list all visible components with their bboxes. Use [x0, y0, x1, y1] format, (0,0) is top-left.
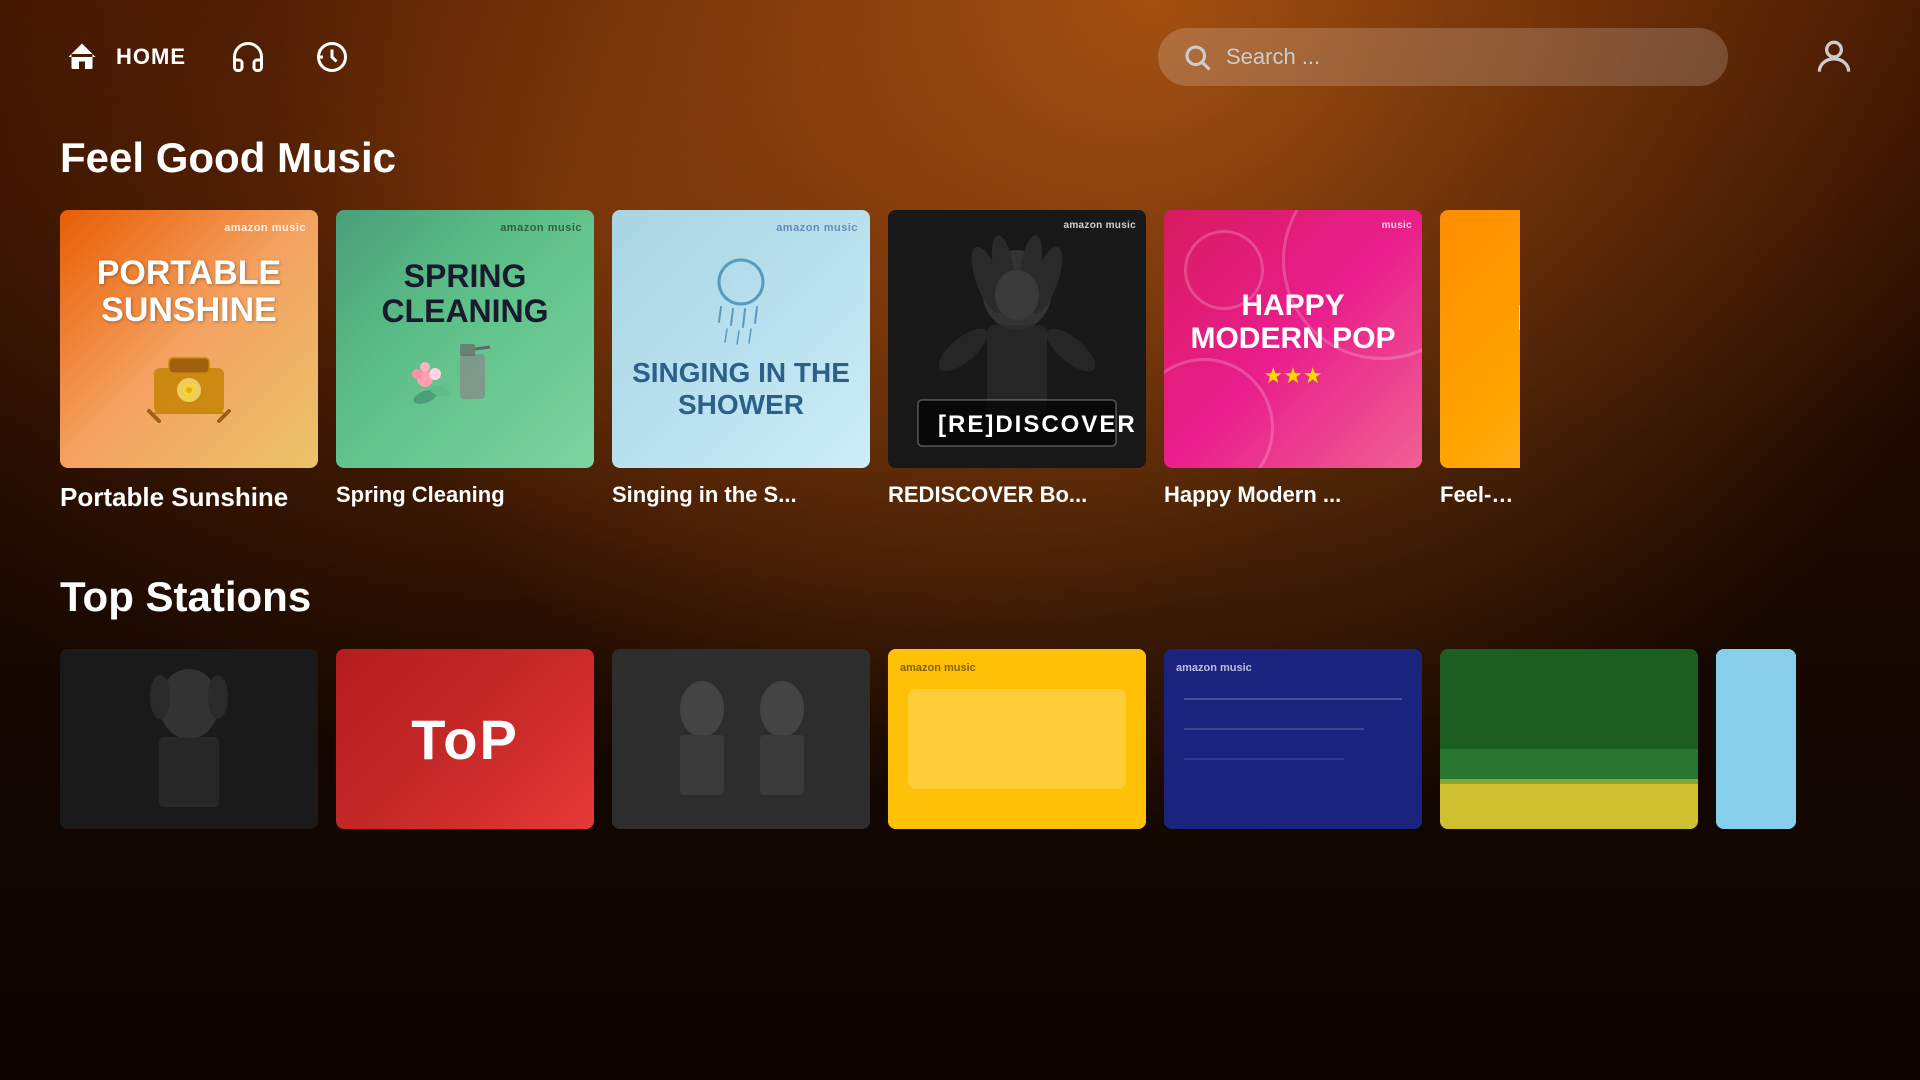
card-image-spring-cleaning: amazon music SPRING CLEANING — [336, 210, 594, 468]
top-stations-row: ToP amazon music — [60, 649, 1860, 829]
home-icon — [60, 35, 104, 79]
feel-good-title: Feel Good Music — [60, 134, 1860, 182]
card-image-feel-good: FEEL-COU — [1440, 210, 1520, 468]
search-bar[interactable]: Search ... — [1158, 28, 1728, 86]
amazon-music-logo-4: amazon music — [1063, 220, 1136, 231]
spring-art: amazon music SPRING CLEANING — [336, 210, 594, 468]
nav-history[interactable] — [310, 35, 354, 79]
card-label-spring-cleaning: Spring Cleaning — [336, 482, 594, 508]
station-card-4[interactable]: amazon music — [888, 649, 1146, 829]
station-card-top[interactable]: ToP — [336, 649, 594, 829]
station-1-art — [60, 649, 318, 829]
main-content: Feel Good Music amazon music PORTABLE SU… — [0, 114, 1920, 829]
portable-sunshine-text: PORTABLE SUNSHINE — [76, 255, 302, 330]
svg-text:amazon music: amazon music — [900, 662, 976, 674]
station-3-art — [612, 649, 870, 829]
amazon-music-logo-1: amazon music — [224, 222, 306, 234]
happy-pop-stars: ★★★ — [1263, 363, 1322, 389]
card-image-rediscover: amazon music — [888, 210, 1146, 468]
headphones-icon — [226, 35, 270, 79]
feel-good-text: FEEL-COU — [1517, 297, 1520, 381]
amazon-music-logo-2: amazon music — [500, 222, 582, 234]
card-spring-cleaning[interactable]: amazon music SPRING CLEANING — [336, 210, 594, 513]
feel-good-section: Feel Good Music amazon music PORTABLE SU… — [60, 134, 1860, 513]
card-label-singing-shower: Singing in the S... — [612, 482, 870, 508]
feel-good-art: FEEL-COU — [1440, 210, 1520, 468]
card-image-singing-shower: amazon music — [612, 210, 870, 468]
nav-headphones[interactable] — [226, 35, 270, 79]
happy-pop-text: HAPPY MODERN POP — [1184, 289, 1402, 355]
spring-cleaning-text: SPRING CLEANING — [356, 259, 574, 329]
station-card-3[interactable] — [612, 649, 870, 829]
svg-text:[RE]DISCOVER: [RE]DISCOVER — [938, 411, 1137, 438]
search-placeholder: Search ... — [1226, 44, 1320, 70]
station-4-art: amazon music — [888, 649, 1146, 829]
card-singing-shower[interactable]: amazon music — [612, 210, 870, 513]
shower-text: SINGING IN THE SHOWER — [628, 357, 854, 421]
shower-svg — [681, 257, 801, 357]
header: HOME — [0, 0, 1920, 114]
top-stations-section: Top Stations ToP — [60, 573, 1860, 829]
shower-art: amazon music — [612, 210, 870, 468]
portable-sunshine-art: amazon music PORTABLE SUNSHINE — [60, 210, 318, 468]
card-happy-modern-pop[interactable]: music HAPPY MODERN POP ★★★ Happy Modern … — [1164, 210, 1422, 513]
search-input-wrapper[interactable]: Search ... — [1158, 28, 1728, 86]
card-label-rediscover: REDISCOVER Bo... — [888, 482, 1146, 508]
station-card-7[interactable] — [1716, 649, 1796, 829]
station-7-art — [1716, 649, 1796, 829]
station-card-6[interactable] — [1440, 649, 1698, 829]
card-portable-sunshine[interactable]: amazon music PORTABLE SUNSHINE — [60, 210, 318, 513]
amazon-music-logo-3: amazon music — [776, 222, 858, 234]
top-label: ToP — [411, 707, 519, 772]
nav-left: HOME — [60, 35, 354, 79]
top-stations-title: Top Stations — [60, 573, 1860, 621]
station-card-5[interactable]: amazon music — [1164, 649, 1422, 829]
card-feel-good-country[interactable]: FEEL-COU Feel-Go... — [1440, 210, 1520, 513]
station-card-1[interactable] — [60, 649, 318, 829]
history-icon — [310, 35, 354, 79]
card-label-feel-good: Feel-Go... — [1440, 482, 1520, 508]
station-5-art: amazon music — [1164, 649, 1422, 829]
card-image-portable-sunshine: amazon music PORTABLE SUNSHINE — [60, 210, 318, 468]
card-label-portable-sunshine: Portable Sunshine — [60, 482, 318, 513]
suitcase-art — [134, 343, 244, 423]
card-label-happy-pop: Happy Modern ... — [1164, 482, 1422, 508]
card-rediscover[interactable]: amazon music — [888, 210, 1146, 513]
svg-text:amazon music: amazon music — [1176, 662, 1252, 674]
search-icon — [1182, 42, 1212, 72]
rediscover-art-svg: [RE]DISCOVER — [888, 210, 1146, 468]
spring-art-svg — [405, 329, 525, 419]
card-image-happy-pop: music HAPPY MODERN POP ★★★ — [1164, 210, 1422, 468]
home-label: HOME — [116, 44, 186, 70]
user-avatar[interactable] — [1808, 31, 1860, 83]
nav-home[interactable]: HOME — [60, 35, 186, 79]
app-content: HOME — [0, 0, 1920, 1080]
happy-pop-art: HAPPY MODERN POP ★★★ — [1164, 210, 1422, 468]
station-6-art — [1440, 649, 1698, 829]
feel-good-cards-row: amazon music PORTABLE SUNSHINE — [60, 210, 1860, 513]
